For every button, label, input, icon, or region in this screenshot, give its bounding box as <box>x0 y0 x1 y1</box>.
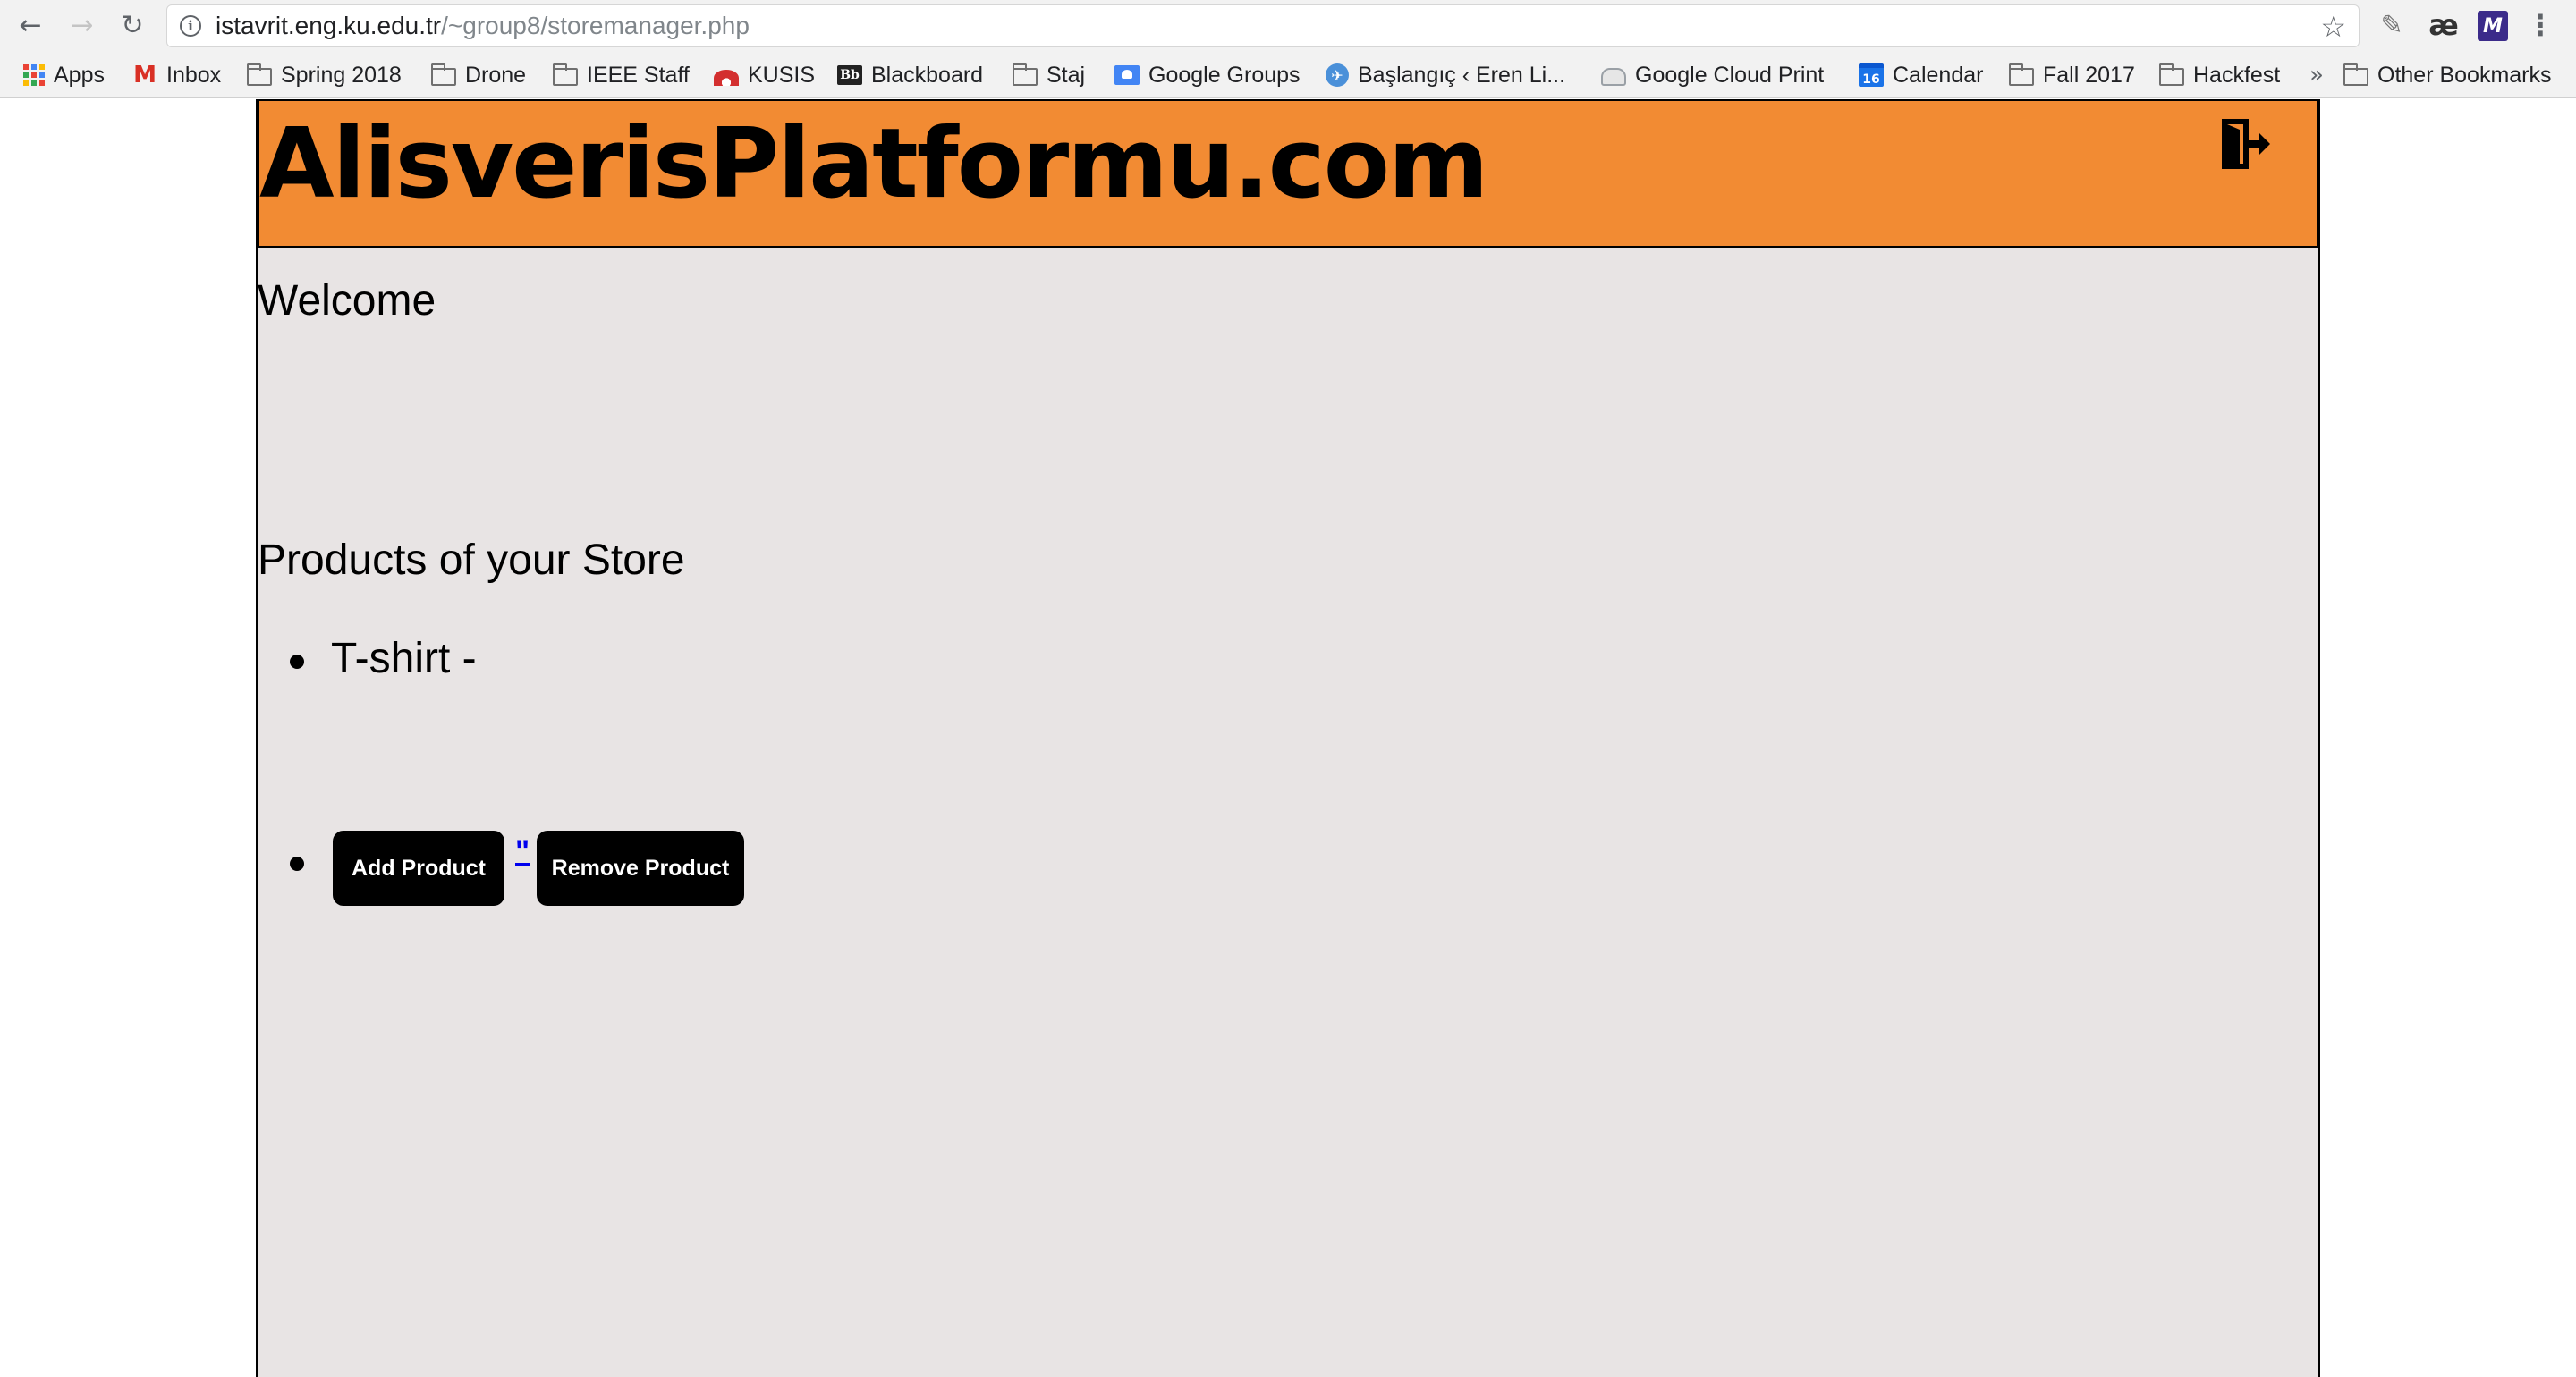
bookmark-inbox[interactable]: M Inbox <box>132 59 221 91</box>
bookmark-hackfest[interactable]: Hackfest <box>2159 59 2280 91</box>
bookmarks-overflow-chevron-icon[interactable]: » <box>2309 59 2324 91</box>
m-extension-icon[interactable]: M <box>2478 11 2508 41</box>
bookmark-staj[interactable]: Staj <box>1013 59 1085 91</box>
bookmark-label: KUSIS <box>748 62 816 88</box>
list-bullet <box>290 655 304 669</box>
bookmark-apps[interactable]: Apps <box>23 59 105 91</box>
bookmark-label: Inbox <box>166 62 222 88</box>
blackboard-icon: Bb <box>837 65 862 85</box>
cloud-print-icon <box>1601 68 1626 86</box>
folder-icon <box>431 63 456 86</box>
arrow-right-icon: → <box>71 9 94 41</box>
url-text[interactable]: istavrit.eng.ku.edu.tr/~group8/storemana… <box>216 12 750 40</box>
bookmark-label: Başlangıç ‹ Eren Li... <box>1358 62 1566 88</box>
bookmark-other-bookmarks[interactable]: Other Bookmarks <box>2343 59 2552 91</box>
site-title: AlisverisPlatformu.com <box>259 108 1488 220</box>
plane-icon: ✈ <box>1326 63 1349 87</box>
bookmark-label: Staj <box>1046 62 1086 88</box>
products-heading: Products of your Store <box>258 536 685 584</box>
address-bar[interactable]: i istavrit.eng.ku.edu.tr/~group8/storema… <box>166 4 2360 47</box>
list-bullet <box>290 857 304 871</box>
site-container: AlisverisPlatformu.com Welcome Products … <box>256 99 2320 1377</box>
bookmark-label: Hackfest <box>2193 62 2281 88</box>
bookmark-label: Spring 2018 <box>281 62 402 88</box>
eyedropper-icon[interactable]: ✎ <box>2376 9 2408 41</box>
browser-toolbar: ← → ↻ i istavrit.eng.ku.edu.tr/~group8/s… <box>0 0 2576 52</box>
apps-grid-icon <box>23 64 45 86</box>
bookmark-label: Other Bookmarks <box>2377 62 2552 88</box>
bookmark-fall-2017[interactable]: Fall 2017 <box>2009 59 2135 91</box>
arrow-left-icon: ← <box>19 9 42 41</box>
star-icon[interactable]: ☆ <box>2320 10 2346 44</box>
bookmark-google-groups[interactable]: Google Groups <box>1114 59 1301 91</box>
folder-icon <box>2159 63 2184 86</box>
welcome-text: Welcome <box>258 277 436 325</box>
folder-icon <box>2009 63 2034 86</box>
page-viewport: AlisverisPlatformu.com Welcome Products … <box>0 99 2576 1377</box>
gmail-icon: M <box>133 62 157 89</box>
reload-icon: ↻ <box>121 9 144 41</box>
ae-extension-icon[interactable]: æ <box>2426 8 2462 42</box>
bookmark-label: Drone <box>465 62 527 88</box>
bookmark-drone[interactable]: Drone <box>431 59 526 91</box>
stray-quote-link[interactable]: " <box>515 834 530 869</box>
folder-icon <box>553 63 578 86</box>
bookmark-kusis[interactable]: KUSIS <box>714 59 815 91</box>
back-button[interactable]: ← <box>13 7 48 43</box>
bookmark-calendar[interactable]: 16 Calendar <box>1859 59 1983 91</box>
folder-icon <box>247 63 272 86</box>
bookmark-label: Blackboard <box>871 62 984 88</box>
bookmark-label: Fall 2017 <box>2043 62 2135 88</box>
folder-icon <box>2343 63 2368 86</box>
folder-icon <box>1013 63 1038 86</box>
bookmark-label: Google Groups <box>1148 62 1301 88</box>
info-icon[interactable]: i <box>180 15 201 37</box>
url-host: istavrit.eng.ku.edu.tr <box>216 12 442 39</box>
kebab-menu-icon[interactable]: ⋮ <box>2524 8 2556 42</box>
forward-button[interactable]: → <box>64 7 100 43</box>
kusis-icon <box>714 70 739 86</box>
calendar-icon: 16 <box>1859 63 1884 87</box>
logout-icon[interactable] <box>2216 115 2274 173</box>
bookmark-google-cloud-print[interactable]: Google Cloud Print <box>1601 59 1824 91</box>
bookmark-label: Apps <box>54 62 105 88</box>
add-product-button[interactable]: Add Product <box>333 831 504 906</box>
site-header: AlisverisPlatformu.com <box>258 99 2318 248</box>
bookmarks-bar: Apps M Inbox Spring 2018 Drone IEEE Staf… <box>0 52 2576 98</box>
bookmark-label: IEEE Staff <box>587 62 690 88</box>
bookmark-label: Calendar <box>1893 62 1984 88</box>
google-groups-icon <box>1114 65 1140 85</box>
product-list-item: T-shirt - <box>331 635 477 682</box>
remove-product-button[interactable]: Remove Product <box>537 831 744 906</box>
ae-extension-label: æ <box>2428 8 2459 42</box>
m-extension-label: M <box>2483 14 2503 38</box>
bookmark-baslangic[interactable]: ✈ Başlangıç ‹ Eren Li... <box>1326 59 1565 91</box>
url-path: /~group8/storemanager.php <box>441 12 750 39</box>
reload-button[interactable]: ↻ <box>114 7 150 43</box>
bookmark-spring-2018[interactable]: Spring 2018 <box>247 59 402 91</box>
bookmark-label: Google Cloud Print <box>1635 62 1825 88</box>
bookmark-ieee-staff[interactable]: IEEE Staff <box>553 59 690 91</box>
bookmark-blackboard[interactable]: Bb Blackboard <box>837 59 983 91</box>
